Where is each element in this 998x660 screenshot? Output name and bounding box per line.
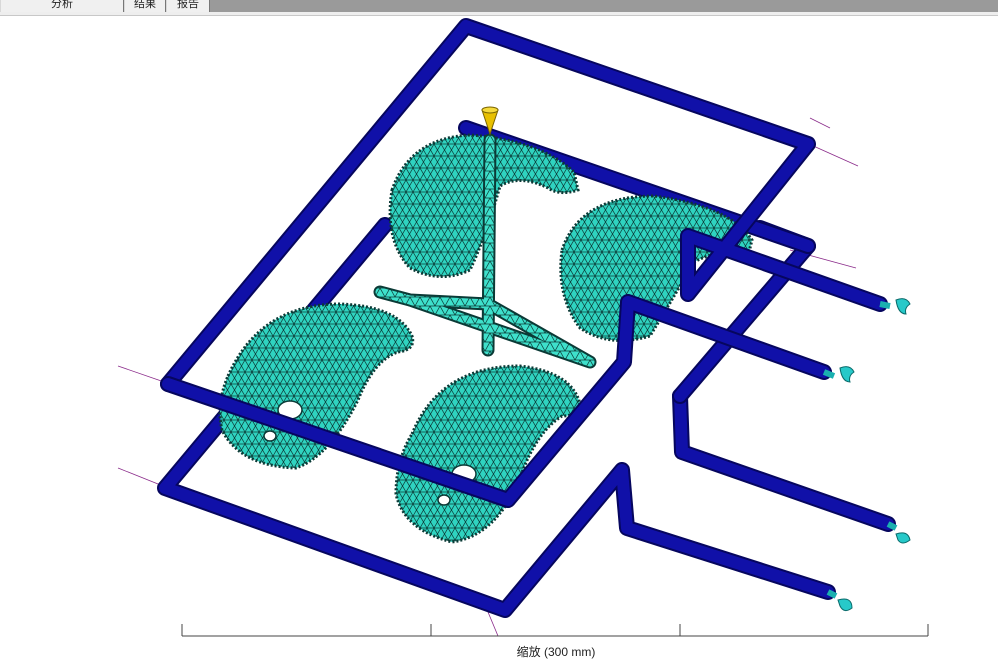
scale-label: 缩放 (300 mm) [516,645,596,659]
model-viewport[interactable] [0,16,998,660]
tab-analysis[interactable]: 分析 [0,0,124,12]
scale-bar [181,624,929,637]
cavity-part-bottom-left [218,302,415,470]
result-tab-bar: 分析 结果 报告 [0,0,998,12]
tab-report[interactable]: 报告 [166,0,210,12]
coolant-inlet-icon-3 [886,521,911,544]
coolant-inlet-icon-4 [826,589,853,612]
tab-results[interactable]: 结果 [124,0,166,12]
